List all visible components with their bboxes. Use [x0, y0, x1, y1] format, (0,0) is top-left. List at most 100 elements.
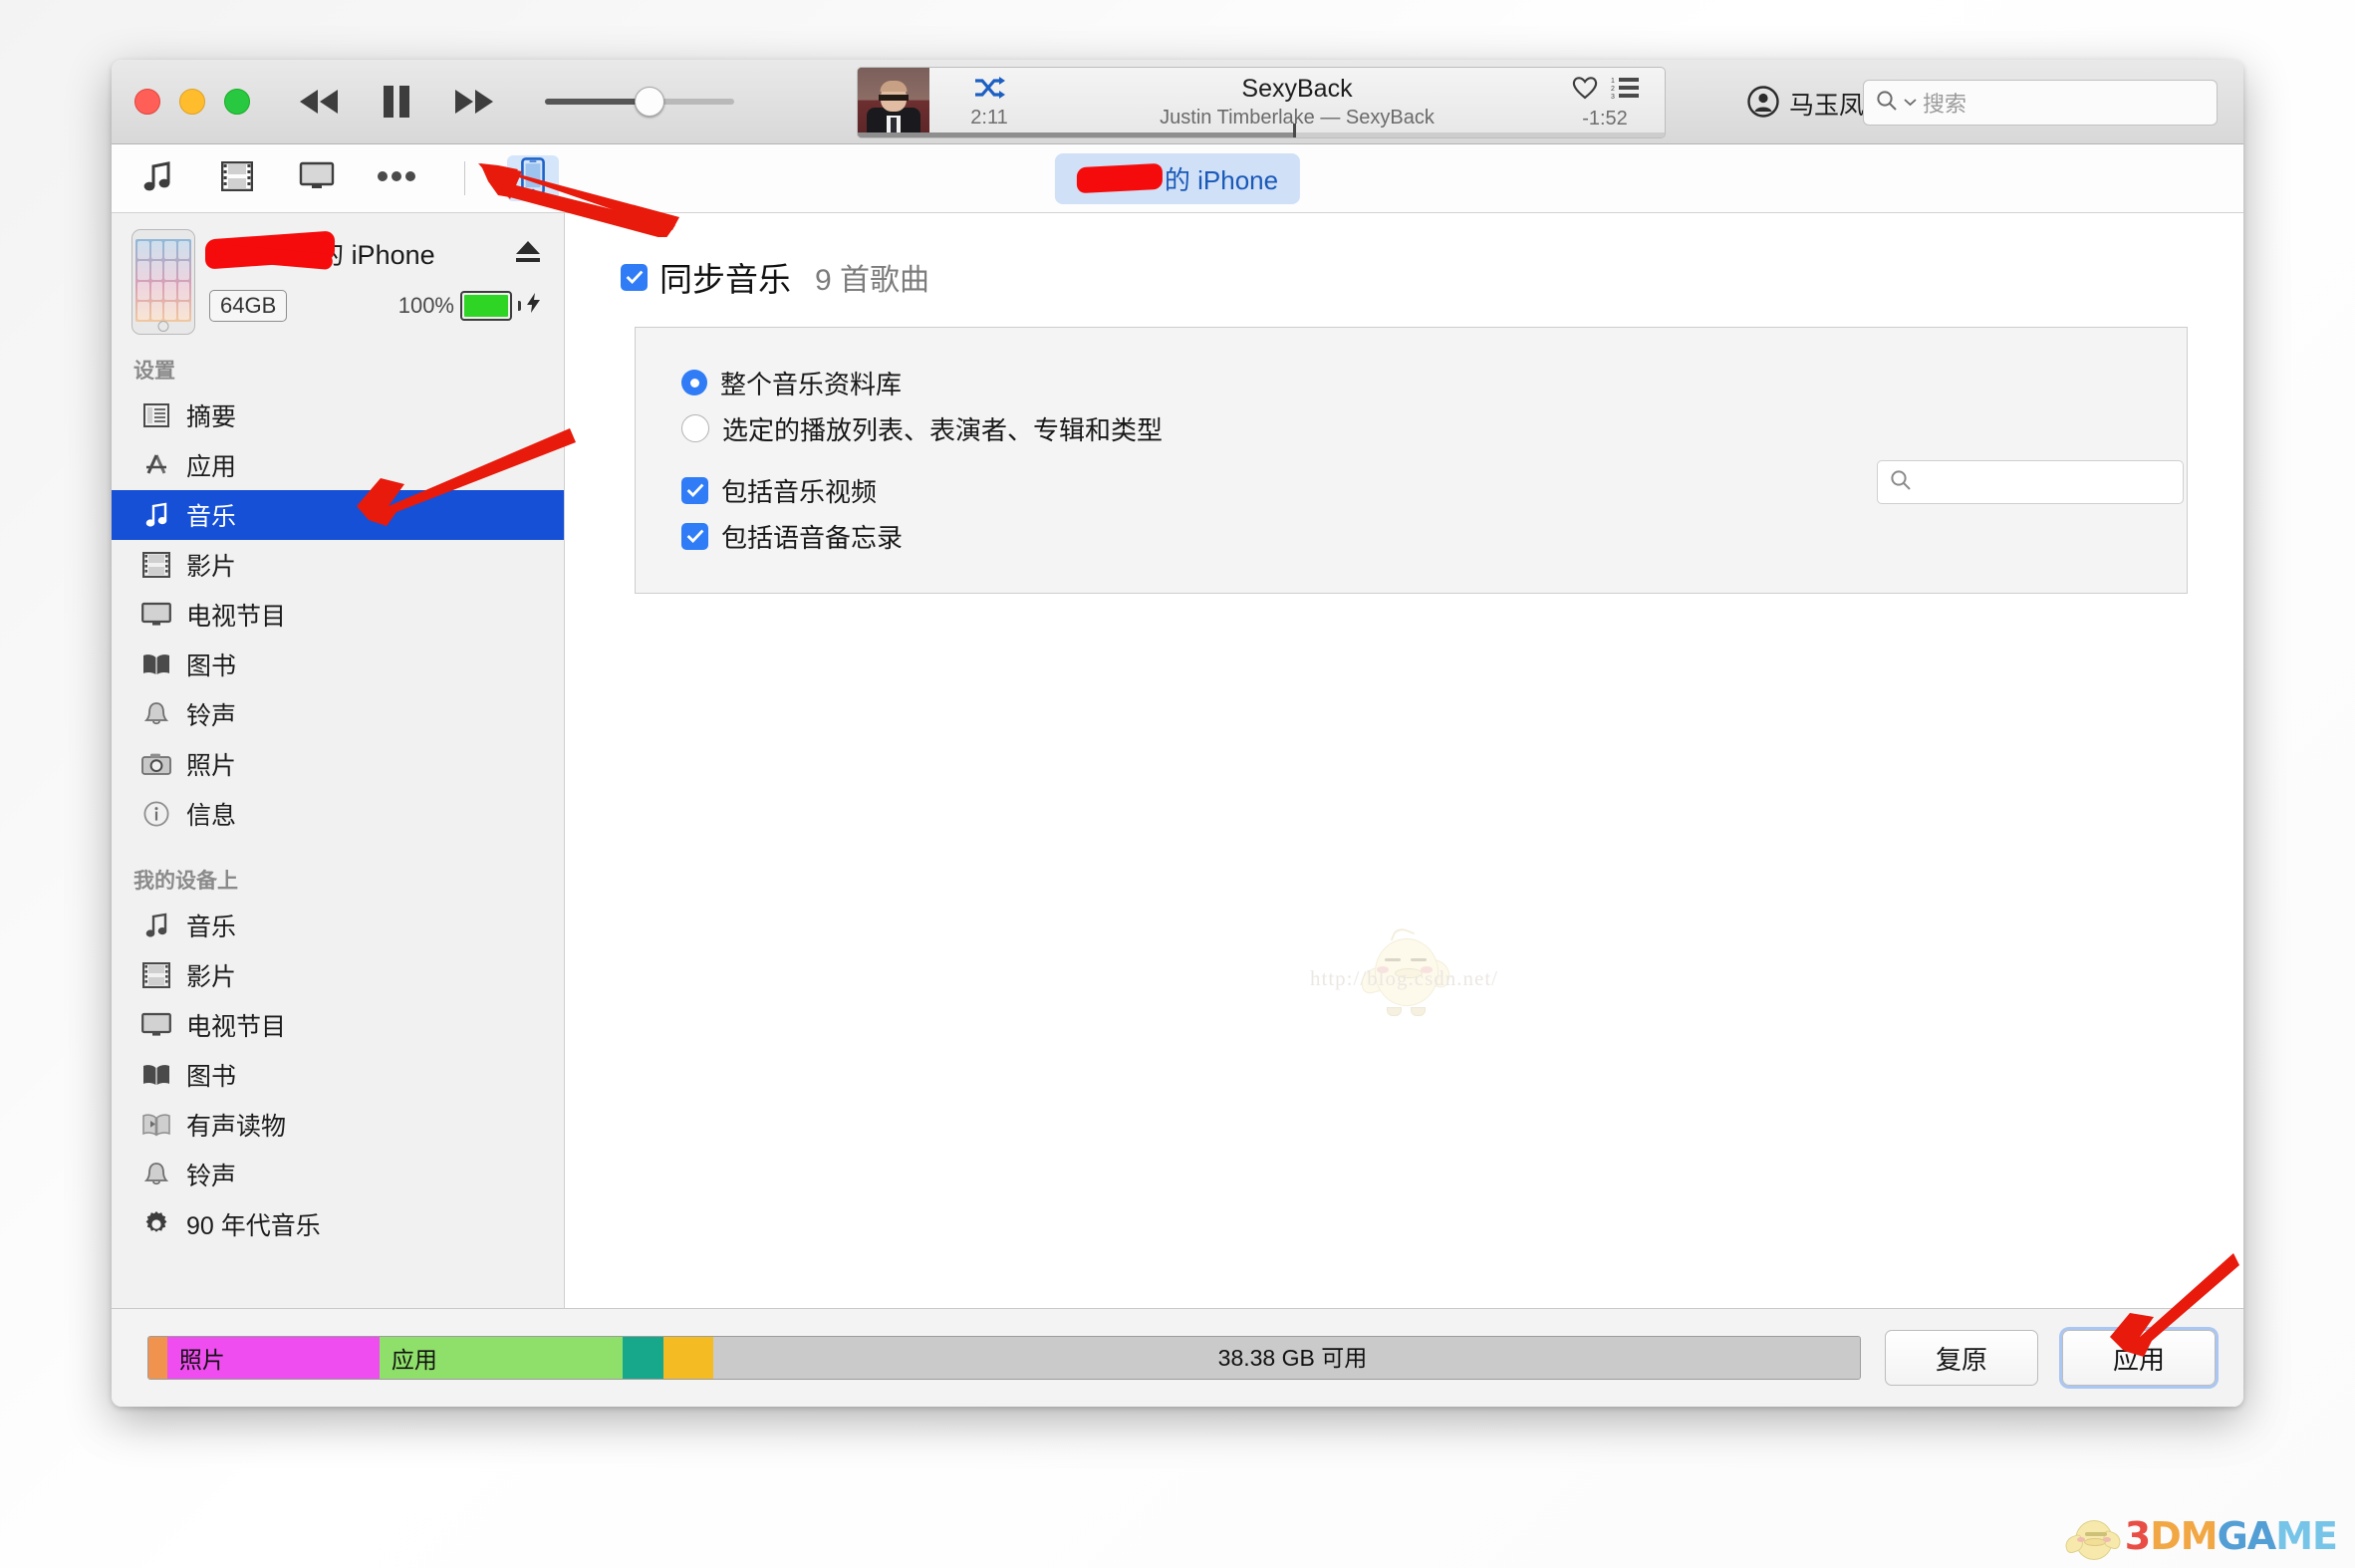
sidebar-item-movies[interactable]: 影片 [112, 540, 564, 590]
sidebar-item-books[interactable]: 图书 [112, 640, 564, 689]
user-avatar-icon [1747, 85, 1779, 123]
track-subtitle: Justin Timberlake — SexyBack [1160, 106, 1435, 129]
close-button[interactable] [134, 89, 160, 115]
sidebar-item-info[interactable]: 信息 [112, 789, 564, 839]
sidebar-item-label: 音乐 [186, 914, 237, 941]
sidebar-ondevice-item-music[interactable]: 音乐 [112, 901, 564, 950]
sidebar-item-label: 铃声 [186, 702, 237, 730]
sidebar-item-music[interactable]: 音乐 [112, 490, 564, 540]
sidebar-item-apps[interactable]: 应用 [112, 440, 564, 490]
capacity-bar: 照片 应用 38.38 GB 可用 [147, 1336, 1861, 1380]
now-playing-left: 2:11 [929, 68, 1049, 137]
device-info: XXXXXX 的 iPhone 64GB 100% [205, 229, 546, 322]
playback-progress[interactable] [858, 124, 1665, 137]
radio-entire-library[interactable]: 整个音乐资料库 [636, 360, 2187, 405]
toolbar-tvshows-button[interactable] [291, 155, 343, 201]
app-store-icon [141, 452, 171, 478]
capacity-segment-documents [622, 1337, 664, 1379]
sidebar-item-ringtones[interactable]: 铃声 [112, 689, 564, 739]
capacity-segment-label: 应用 [391, 1347, 437, 1373]
checkbox-checked-icon[interactable] [681, 522, 708, 550]
sidebar-ondevice-item-movies[interactable]: 影片 [112, 950, 564, 1000]
lightning-bolt-icon [527, 293, 540, 319]
sync-music-row: 同步音乐 9 首歌曲 [565, 213, 2243, 301]
play-pause-button[interactable] [372, 80, 421, 124]
eject-icon[interactable] [514, 239, 542, 270]
checkbox-label: 包括音乐视频 [721, 476, 878, 507]
radio-label: 整个音乐资料库 [720, 369, 903, 399]
apply-button[interactable]: 应用 [2062, 1330, 2216, 1386]
sidebar-item-label: 信息 [186, 802, 237, 830]
album-artwork[interactable] [858, 68, 929, 137]
search-icon [1876, 90, 1898, 117]
iphone-thumbnail [131, 229, 195, 335]
battery-icon [460, 291, 512, 321]
sync-music-label: 同步音乐 [659, 261, 791, 298]
music-note-icon [141, 913, 171, 938]
now-playing-panel[interactable]: 2:11 SexyBack Justin Timberlake — SexyBa… [857, 67, 1666, 138]
device-pill-suffix: 的 iPhone [1164, 164, 1279, 195]
tv-icon [141, 602, 171, 628]
audiobook-icon [141, 1113, 171, 1137]
sidebar-ondevice-item-audiobooks[interactable]: 有声读物 [112, 1100, 564, 1150]
heart-icon[interactable] [1571, 75, 1599, 105]
traffic-light-buttons [112, 89, 250, 115]
iphone-device-icon [521, 156, 545, 200]
sidebar-ondevice-item-books[interactable]: 图书 [112, 1050, 564, 1100]
toolbar-music-button[interactable] [131, 155, 183, 201]
radio-selected-playlists[interactable]: 选定的播放列表、表演者、专辑和类型 [636, 405, 2187, 451]
toolbar-device-button[interactable] [507, 155, 559, 201]
capacity-segment-music [663, 1337, 713, 1379]
search-icon [1890, 469, 1912, 496]
book-icon [141, 1063, 171, 1087]
toolbar-more-button[interactable] [371, 155, 422, 201]
itunes-window: 2:11 SexyBack Justin Timberlake — SexyBa… [112, 60, 2243, 1407]
fast-forward-button[interactable] [449, 80, 499, 124]
library-toolbar: 的 iPhone [112, 144, 2243, 213]
checkbox-checked-icon[interactable] [681, 476, 708, 504]
sidebar-item-tvshows[interactable]: 电视节目 [112, 590, 564, 640]
restore-button[interactable]: 复原 [1885, 1330, 2038, 1386]
camera-icon [141, 752, 171, 776]
volume-knob[interactable] [634, 87, 664, 117]
up-next-list-icon[interactable]: 1 2 3 [1611, 76, 1639, 105]
music-sync-pane: 同步音乐 9 首歌曲 整个音乐资料库 选定的播放列表、表演者、专辑和类型 包括音… [565, 213, 2243, 1308]
bell-icon [141, 701, 171, 727]
more-ellipsis-icon [377, 169, 416, 188]
info-circle-icon [141, 801, 171, 827]
sidebar-item-label: 铃声 [186, 1163, 237, 1190]
transport-controls [294, 80, 499, 124]
checkbox-include-voice-memos[interactable]: 包括语音备忘录 [636, 513, 2187, 559]
shuffle-icon[interactable] [973, 76, 1005, 105]
sidebar-ondevice-item-tvshows[interactable]: 电视节目 [112, 1000, 564, 1050]
toolbar-movies-button[interactable] [211, 155, 263, 201]
sidebar-item-label: 图书 [186, 653, 237, 680]
now-playing-actions: 1 2 3 [1571, 75, 1639, 105]
search-placeholder: 搜索 [1923, 92, 1967, 117]
thumbnail-home-button [157, 321, 169, 332]
device-name-pill[interactable]: 的 iPhone [1054, 152, 1301, 204]
sidebar-item-label: 90 年代音乐 [186, 1212, 321, 1240]
media-kind-buttons [112, 155, 559, 201]
sidebar-item-summary[interactable]: 摘要 [112, 391, 564, 440]
sync-music-checkbox[interactable] [621, 263, 648, 291]
free-space-label: 38.38 GB 可用 [1217, 1345, 1368, 1371]
global-search-field[interactable]: 搜索 [1863, 80, 2218, 126]
sidebar-item-photos[interactable]: 照片 [112, 739, 564, 789]
radio-selected-icon[interactable] [681, 370, 707, 395]
rewind-button[interactable] [294, 80, 344, 124]
sidebar-ondevice-item-90s-music[interactable]: 90 年代音乐 [112, 1199, 564, 1249]
capacity-segment-free: 38.38 GB 可用 [712, 1337, 1860, 1379]
track-title: SexyBack [1241, 75, 1353, 104]
maximize-button[interactable] [224, 89, 250, 115]
sidebar-ondevice-item-ringtones[interactable]: 铃声 [112, 1150, 564, 1199]
music-search-field[interactable] [1877, 460, 2184, 504]
movies-film-icon [220, 160, 254, 196]
radio-unselected-icon[interactable] [681, 414, 709, 442]
remaining-time: -1:52 [1582, 108, 1628, 130]
search-scope-chevron-icon[interactable] [1904, 94, 1917, 112]
redacted-name-block [1076, 162, 1163, 194]
minimize-button[interactable] [179, 89, 205, 115]
volume-slider[interactable] [545, 87, 734, 117]
music-note-icon [141, 502, 171, 528]
